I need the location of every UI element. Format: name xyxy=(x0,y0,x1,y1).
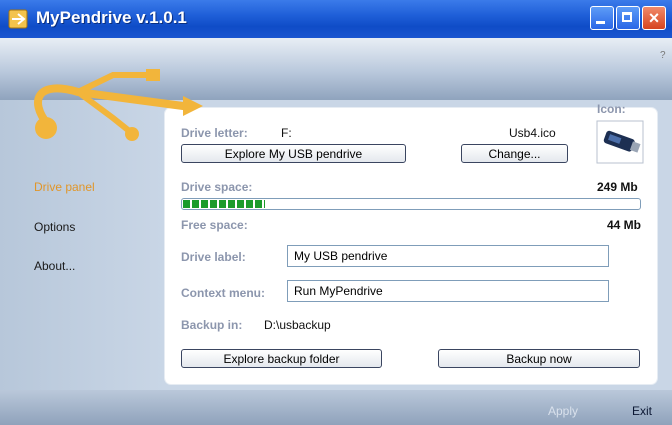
drive-space-bar-fill xyxy=(183,200,266,208)
explore-backup-button[interactable]: Explore backup folder xyxy=(181,349,382,368)
backup-label: Backup in: xyxy=(181,318,243,332)
drive-letter-value: F: xyxy=(281,126,292,140)
drive-space-label: Drive space: xyxy=(181,180,253,194)
title-bar[interactable]: MyPendrive v.1.0.1 × xyxy=(0,0,672,38)
app-icon xyxy=(8,9,28,29)
drive-space-bar xyxy=(181,198,641,210)
icon-filename: Usb4.ico xyxy=(509,126,556,140)
explore-pendrive-button[interactable]: Explore My USB pendrive xyxy=(181,144,406,163)
close-icon: × xyxy=(648,8,660,28)
free-space-value: 44 Mb xyxy=(607,218,642,232)
app-window: MyPendrive v.1.0.1 × ? Drive panel Optio… xyxy=(0,0,672,425)
sidebar-item-drive-panel[interactable]: Drive panel xyxy=(34,180,95,194)
apply-button[interactable]: Apply xyxy=(548,404,578,418)
drive-label-label: Drive label: xyxy=(181,250,246,264)
sidebar-item-options[interactable]: Options xyxy=(34,220,75,234)
maximize-button[interactable] xyxy=(616,6,640,30)
help-link[interactable]: ? xyxy=(660,50,666,61)
context-menu-field[interactable]: Run MyPendrive xyxy=(287,280,609,302)
usb-drive-icon xyxy=(596,120,644,164)
backup-path: D:\usbackup xyxy=(264,318,331,332)
change-icon-button[interactable]: Change... xyxy=(461,144,568,163)
window-title: MyPendrive v.1.0.1 xyxy=(36,8,187,27)
sidebar-item-about[interactable]: About... xyxy=(34,259,75,273)
drive-letter-label: Drive letter: xyxy=(181,126,248,140)
usb-logo-icon xyxy=(34,69,203,141)
minimize-button[interactable] xyxy=(590,6,614,30)
free-space-label: Free space: xyxy=(181,218,248,232)
exit-button[interactable]: Exit xyxy=(632,404,652,418)
drive-label-field[interactable]: My USB pendrive xyxy=(287,245,609,267)
context-menu-label: Context menu: xyxy=(181,286,265,300)
backup-now-button[interactable]: Backup now xyxy=(438,349,640,368)
close-button[interactable]: × xyxy=(642,6,666,30)
icon-label: Icon: xyxy=(597,102,626,116)
drive-space-value: 249 Mb xyxy=(597,180,638,194)
